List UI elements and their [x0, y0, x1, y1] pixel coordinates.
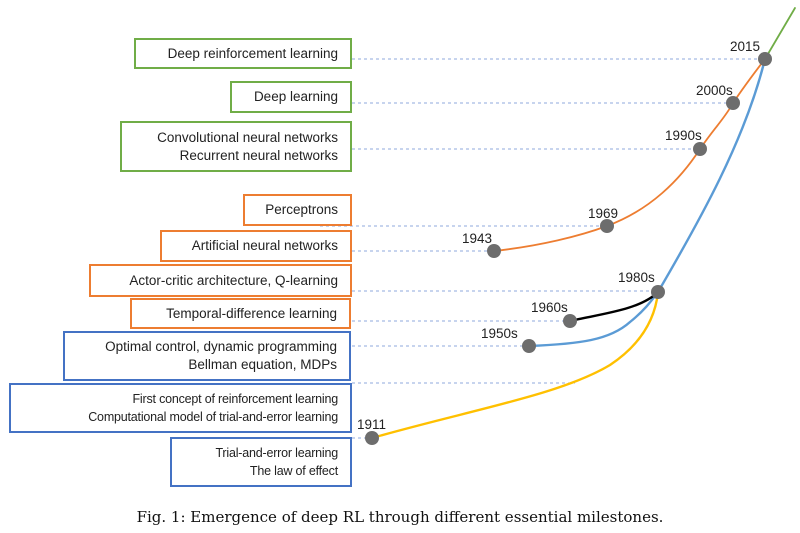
box-text: Trial-and-error learning [215, 446, 338, 460]
milestone-dot-1943 [487, 244, 501, 258]
box-trial-and-error-learning: Trial-and-error learning The law of effe… [170, 437, 352, 487]
milestone-dot-1990s [693, 142, 707, 156]
box-cnn-rnn: Convolutional neural networks Recurrent … [120, 121, 352, 172]
milestone-dot-1969 [600, 219, 614, 233]
box-first-concept-rl: First concept of reinforcement learning … [9, 383, 352, 433]
year-label-1960s: 1960s [531, 300, 568, 315]
box-deep-learning: Deep learning [230, 81, 352, 113]
curve-deep-rl [764, 7, 796, 60]
dashed-guides [320, 58, 760, 439]
box-text: Deep learning [253, 89, 338, 104]
box-text: Convolutional neural networks [157, 129, 338, 145]
curve-trial-error [370, 290, 660, 440]
box-text: First concept of reinforcement learning [132, 392, 339, 406]
box-text: Actor-critic architecture, Q-learning [129, 272, 338, 288]
box-artificial-neural-networks: Artificial neural networks [160, 230, 352, 262]
milestone-year-labels: 2015 2000s 1990s 1969 1943 1980s 1960s 1… [357, 39, 760, 432]
year-label-2000s: 2000s [696, 83, 733, 98]
box-text: Temporal-difference learning [166, 305, 337, 321]
year-label-1990s: 1990s [665, 128, 702, 143]
box-temporal-difference-learning: Temporal-difference learning [130, 298, 351, 329]
box-perceptrons: Perceptrons [243, 194, 352, 226]
box-text: Deep reinforcement learning [167, 45, 338, 61]
year-label-1943: 1943 [462, 231, 492, 246]
milestone-dot-1911 [365, 431, 379, 445]
box-text: Recurrent neural networks [179, 147, 338, 163]
box-deep-reinforcement-learning: Deep reinforcement learning [134, 38, 352, 69]
milestone-dot-1950s [522, 339, 536, 353]
milestone-dot-1980s [651, 285, 665, 299]
milestone-dot-2015 [758, 52, 772, 66]
year-label-1980s: 1980s [618, 270, 655, 285]
box-actor-critic-q-learning: Actor-critic architecture, Q-learning [89, 264, 352, 297]
year-label-2015: 2015 [730, 39, 760, 54]
figure-caption: Fig. 1: Emergence of deep RL through dif… [136, 508, 664, 526]
box-text: Computational model of trial-and-error l… [88, 410, 338, 424]
milestones-figure: 2015 2000s 1990s 1969 1943 1980s 1960s 1… [0, 0, 800, 533]
milestone-dots [365, 52, 772, 445]
box-text: Bellman equation, MDPs [188, 357, 337, 372]
development-curves [370, 7, 796, 440]
year-label-1911: 1911 [357, 417, 386, 432]
box-optimal-control: Optimal control, dynamic programming Bel… [63, 331, 351, 381]
year-label-1969: 1969 [588, 206, 618, 221]
box-text: Optimal control, dynamic programming [105, 339, 337, 354]
box-text: Artificial neural networks [191, 238, 338, 253]
milestone-dot-1960s [563, 314, 577, 328]
box-text: The law of effect [249, 464, 338, 478]
year-label-1950s: 1950s [481, 326, 518, 341]
milestone-dot-2000s [726, 96, 740, 110]
box-text: Perceptrons [265, 202, 338, 217]
